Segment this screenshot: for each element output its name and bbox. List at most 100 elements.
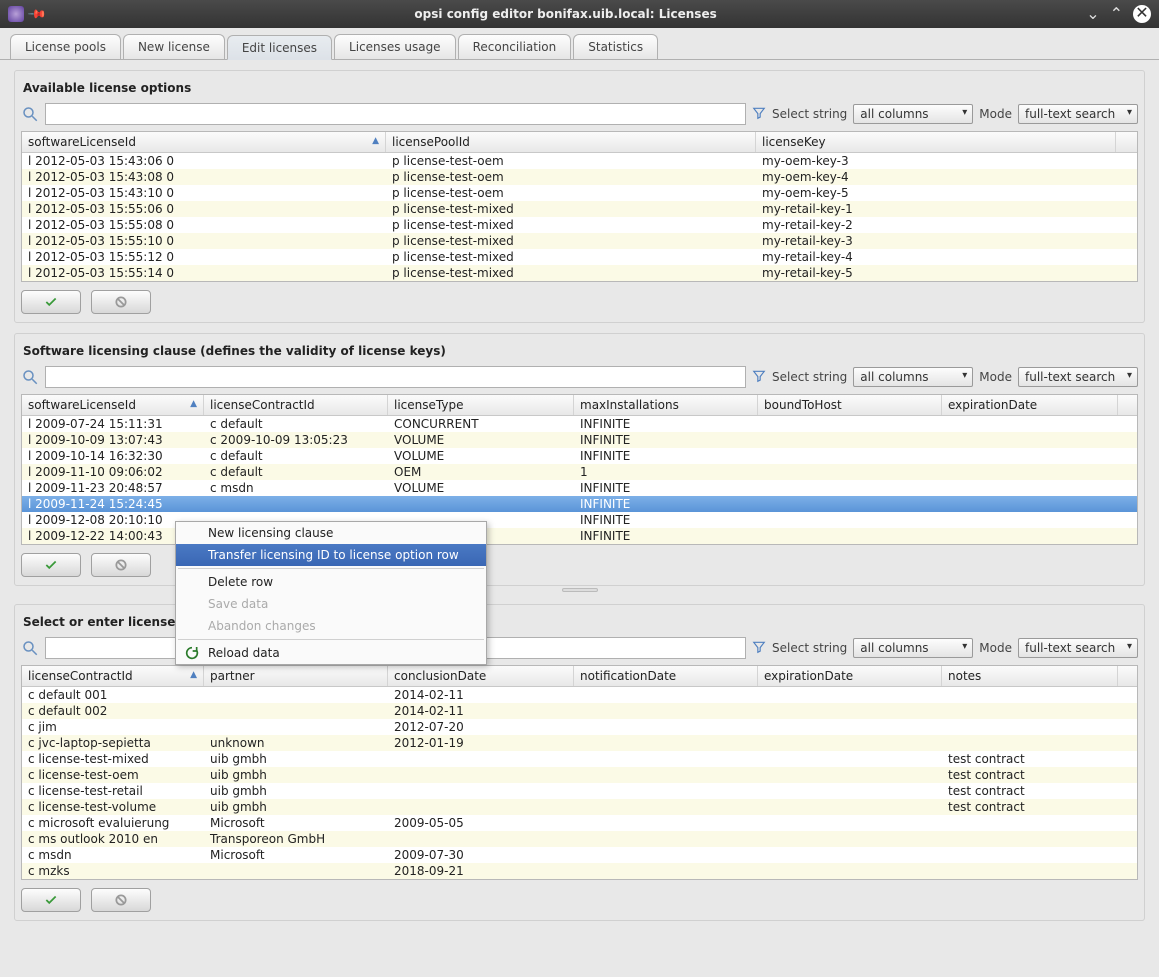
col-licensekey[interactable]: licenseKey <box>756 132 1116 152</box>
col-partner[interactable]: partner <box>204 666 388 686</box>
table-row[interactable]: l 2009-10-09 13:07:43c 2009-10-09 13:05:… <box>22 432 1137 448</box>
select-string-combo[interactable]: all columns <box>853 104 973 124</box>
table-row[interactable]: l 2012-05-03 15:55:14 0p license-test-mi… <box>22 265 1137 281</box>
table-row[interactable]: c jvc-laptop-sepiettaunknown2012-01-19 <box>22 735 1137 751</box>
table-row[interactable]: l 2009-11-10 09:06:02c defaultOEM1 <box>22 464 1137 480</box>
cell <box>574 719 758 735</box>
col-softwarelicenseid[interactable]: softwareLicenseId <box>22 395 204 415</box>
search-icon[interactable] <box>21 639 39 657</box>
search-icon[interactable] <box>21 105 39 123</box>
table-row[interactable]: c jim2012-07-20 <box>22 719 1137 735</box>
table-row[interactable]: c mzks2018-09-21 <box>22 863 1137 879</box>
titlebar: 📌 opsi config editor bonifax.uib.local: … <box>0 0 1159 28</box>
cancel-button[interactable] <box>91 553 151 577</box>
cell: c default 002 <box>22 703 204 719</box>
cell <box>204 687 388 703</box>
close-icon[interactable]: ✕ <box>1133 5 1151 23</box>
select-string-combo[interactable]: all columns <box>853 367 973 387</box>
table-row[interactable]: c license-test-oemuib gmbhtest contract <box>22 767 1137 783</box>
context-menu-item[interactable]: New licensing clause <box>176 522 486 544</box>
table-row[interactable]: c ms outlook 2010 enTransporeon GmbH <box>22 831 1137 847</box>
col-notes[interactable]: notes <box>942 666 1118 686</box>
col-boundtohost[interactable]: boundToHost <box>758 395 942 415</box>
maximize-icon[interactable]: ⌃ <box>1110 6 1123 22</box>
cell: c msdn <box>204 480 388 496</box>
cancel-button[interactable] <box>91 290 151 314</box>
context-menu-label: Abandon changes <box>208 619 316 633</box>
col-notificationdate[interactable]: notificationDate <box>574 666 758 686</box>
apply-button[interactable] <box>21 290 81 314</box>
cell: p license-test-oem <box>386 153 756 169</box>
apply-button[interactable] <box>21 553 81 577</box>
filter-icon[interactable] <box>752 640 766 657</box>
table-row[interactable]: c msdnMicrosoft2009-07-30 <box>22 847 1137 863</box>
cell <box>942 863 1118 879</box>
table-body[interactable]: c default 0012014-02-11c default 0022014… <box>22 687 1137 879</box>
tab-new-license[interactable]: New license <box>123 34 225 59</box>
apply-button[interactable] <box>21 888 81 912</box>
col-expirationdate[interactable]: expirationDate <box>758 666 942 686</box>
cell: c default <box>204 464 388 480</box>
col-licensepoolid[interactable]: licensePoolId <box>386 132 756 152</box>
cell: l 2012-05-03 15:55:08 0 <box>22 217 386 233</box>
table-body[interactable]: l 2012-05-03 15:43:06 0p license-test-oe… <box>22 153 1137 281</box>
cell: p license-test-mixed <box>386 233 756 249</box>
mode-label: Mode <box>979 641 1012 655</box>
table-row[interactable]: l 2012-05-03 15:55:12 0p license-test-mi… <box>22 249 1137 265</box>
col-maxinstallations[interactable]: maxInstallations <box>574 395 758 415</box>
col-licensecontractid[interactable]: licenseContractId <box>22 666 204 686</box>
col-conclusiondate[interactable]: conclusionDate <box>388 666 574 686</box>
filter-icon[interactable] <box>752 106 766 123</box>
search-icon[interactable] <box>21 368 39 386</box>
table-row[interactable]: c default 0022014-02-11 <box>22 703 1137 719</box>
col-expirationdate[interactable]: expirationDate <box>942 395 1118 415</box>
table-license-contract: licenseContractId partner conclusionDate… <box>21 665 1138 880</box>
table-row[interactable]: l 2012-05-03 15:43:08 0p license-test-oe… <box>22 169 1137 185</box>
mode-combo[interactable]: full-text search <box>1018 104 1138 124</box>
table-row[interactable]: c license-test-retailuib gmbhtest contra… <box>22 783 1137 799</box>
context-menu-item: Save data <box>176 593 486 615</box>
col-licensetype[interactable]: licenseType <box>388 395 574 415</box>
table-row[interactable]: l 2009-11-24 15:24:45INFINITE <box>22 496 1137 512</box>
table-row[interactable]: l 2012-05-03 15:43:06 0p license-test-oe… <box>22 153 1137 169</box>
minimize-icon[interactable]: ⌄ <box>1086 6 1099 22</box>
context-menu-item[interactable]: Delete row <box>176 571 486 593</box>
search-input[interactable] <box>45 366 746 388</box>
table-row[interactable]: l 2012-05-03 15:55:08 0p license-test-mi… <box>22 217 1137 233</box>
cell <box>942 416 1118 432</box>
table-row[interactable]: l 2012-05-03 15:43:10 0p license-test-oe… <box>22 185 1137 201</box>
tab-license-pools[interactable]: License pools <box>10 34 121 59</box>
table-row[interactable]: l 2012-05-03 15:55:10 0p license-test-mi… <box>22 233 1137 249</box>
table-row[interactable]: l 2012-05-03 15:55:06 0p license-test-mi… <box>22 201 1137 217</box>
context-menu-label: Delete row <box>208 575 273 589</box>
col-softwarelicenseid[interactable]: softwareLicenseId <box>22 132 386 152</box>
context-menu-item[interactable]: Transfer licensing ID to license option … <box>176 544 486 566</box>
cell: c license-test-retail <box>22 783 204 799</box>
table-row[interactable]: l 2009-11-23 20:48:57c msdnVOLUMEINFINIT… <box>22 480 1137 496</box>
cell <box>758 719 942 735</box>
cell <box>388 751 574 767</box>
cell: c license-test-mixed <box>22 751 204 767</box>
context-menu-item[interactable]: Reload data <box>176 642 486 664</box>
cancel-button[interactable] <box>91 888 151 912</box>
cell <box>758 480 942 496</box>
mode-combo[interactable]: full-text search <box>1018 367 1138 387</box>
filter-icon[interactable] <box>752 369 766 386</box>
mode-combo[interactable]: full-text search <box>1018 638 1138 658</box>
cell: INFINITE <box>574 528 758 544</box>
table-row[interactable]: l 2009-10-14 16:32:30c defaultVOLUMEINFI… <box>22 448 1137 464</box>
table-row[interactable]: c microsoft evaluierungMicrosoft2009-05-… <box>22 815 1137 831</box>
select-string-combo[interactable]: all columns <box>853 638 973 658</box>
table-row[interactable]: c license-test-volumeuib gmbhtest contra… <box>22 799 1137 815</box>
tab-reconciliation[interactable]: Reconciliation <box>458 34 572 59</box>
cell: OEM <box>388 464 574 480</box>
col-licensecontractid[interactable]: licenseContractId <box>204 395 388 415</box>
tab-licenses-usage[interactable]: Licenses usage <box>334 34 456 59</box>
table-row[interactable]: c default 0012014-02-11 <box>22 687 1137 703</box>
table-row[interactable]: l 2009-07-24 15:11:31c defaultCONCURRENT… <box>22 416 1137 432</box>
table-row[interactable]: c license-test-mixeduib gmbhtest contrac… <box>22 751 1137 767</box>
cell <box>758 416 942 432</box>
search-input[interactable] <box>45 103 746 125</box>
tab-edit-licenses[interactable]: Edit licenses <box>227 35 332 60</box>
tab-statistics[interactable]: Statistics <box>573 34 658 59</box>
